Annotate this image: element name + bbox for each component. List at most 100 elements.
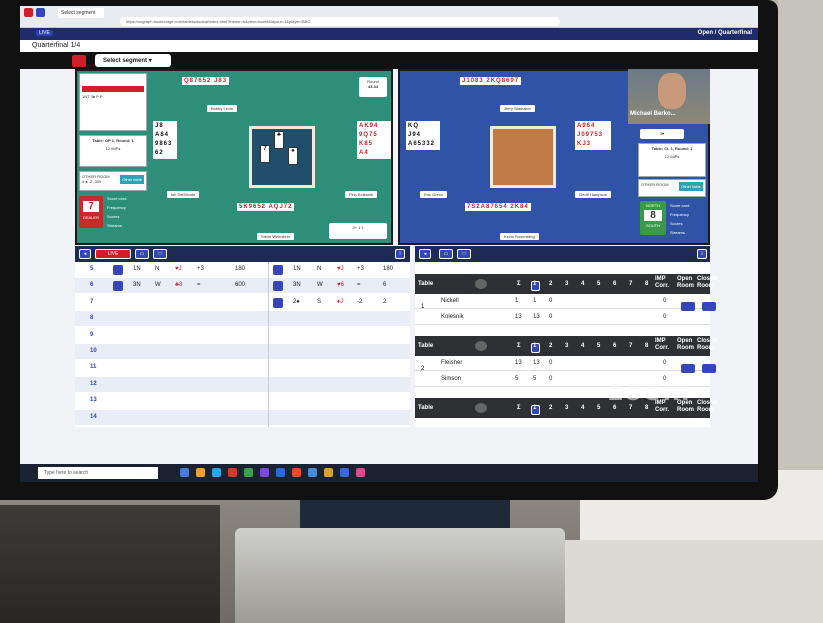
segment-col[interactable]: 4 bbox=[581, 281, 584, 287]
live-button[interactable]: LIVE bbox=[36, 30, 53, 36]
app-icon-2[interactable] bbox=[36, 8, 45, 17]
board-row[interactable]: 10 bbox=[75, 344, 410, 359]
board-row[interactable]: 8 bbox=[75, 311, 410, 327]
score-card-link[interactable]: Score card bbox=[107, 196, 147, 201]
view-board-button[interactable] bbox=[273, 297, 283, 308]
view-board-button[interactable] bbox=[273, 265, 283, 275]
taskbar-icon[interactable] bbox=[212, 468, 221, 477]
segment-col[interactable]: 1 bbox=[533, 281, 536, 287]
view-board-button[interactable] bbox=[113, 281, 123, 292]
video-tile[interactable]: Michael Berko... bbox=[628, 69, 710, 124]
segment-col[interactable]: 8 bbox=[645, 281, 648, 287]
info-button[interactable]: i bbox=[697, 249, 707, 259]
segment-col[interactable]: 2 bbox=[549, 281, 552, 287]
taskbar-icon[interactable] bbox=[276, 468, 285, 477]
board-row[interactable]: 9 bbox=[75, 328, 410, 343]
sigma-label: Σ bbox=[517, 405, 521, 411]
west-player: Ish Del'Monte bbox=[167, 191, 200, 198]
frequency-link[interactable]: Frequency bbox=[670, 212, 708, 217]
player-row[interactable]: Nickell 1 1 0 0 bbox=[415, 294, 716, 311]
board-row[interactable]: 6 3N W ♣8 = 600 3N W ♥6 = 6 bbox=[75, 278, 410, 294]
back-button[interactable]: ◂ bbox=[79, 249, 91, 259]
scores-link[interactable]: Scores bbox=[670, 221, 708, 226]
board-row[interactable]: 11 bbox=[75, 360, 410, 375]
board-row[interactable]: 5 1N N ♥J +3 180 1N N ♥J +3 180 bbox=[75, 262, 410, 277]
score-card-link[interactable]: Score card bbox=[670, 203, 708, 208]
view-board-button[interactable] bbox=[273, 281, 283, 292]
live-button[interactable]: LIVE bbox=[95, 249, 131, 259]
segment-col[interactable]: 7 bbox=[629, 343, 632, 349]
bid-grid: 1NT 3♠ P P bbox=[82, 94, 103, 99]
taskbar-icon[interactable] bbox=[340, 468, 349, 477]
segment-col[interactable]: 6 bbox=[613, 281, 616, 287]
segment-col[interactable]: 8 bbox=[645, 343, 648, 349]
scores-link[interactable]: Scores bbox=[107, 214, 147, 219]
monitor-stand bbox=[300, 500, 510, 530]
taskbar-icon[interactable] bbox=[308, 468, 317, 477]
streams-link[interactable]: Streams bbox=[670, 230, 708, 235]
player-row[interactable]: Kolesnik 13 13 0 0 bbox=[415, 310, 710, 325]
results-header: Table Σ 1 2 3 4 5 6 7 8 IMP Corr. Open Room Closed R… bbox=[415, 274, 717, 294]
board-number: 5 bbox=[90, 266, 94, 272]
taskbar-icon[interactable] bbox=[244, 468, 253, 477]
west-hand: J8 A84 9863 62 bbox=[153, 121, 177, 159]
participant-face bbox=[658, 73, 686, 109]
segment-col[interactable]: 5 bbox=[597, 343, 600, 349]
sigma-label: Σ bbox=[517, 281, 521, 287]
segment-col[interactable]: 4 bbox=[581, 405, 584, 411]
board-row[interactable]: 7 2♠ S ♦J -2 2 bbox=[75, 295, 410, 310]
wall bbox=[778, 0, 823, 470]
segment-col[interactable]: 1 bbox=[533, 405, 536, 411]
segment-col[interactable]: 2 bbox=[549, 405, 552, 411]
imp-corr-label: IMP Corr. bbox=[655, 276, 670, 289]
browser-tab[interactable]: Select segment bbox=[58, 8, 104, 18]
south-hand: 7S2A87654 2K84 bbox=[465, 203, 531, 211]
home-button[interactable] bbox=[72, 55, 86, 67]
seg-2: 0 bbox=[549, 314, 553, 320]
monitor-button[interactable]: ▭ bbox=[135, 249, 149, 259]
other-table-button[interactable]: Other table bbox=[679, 182, 703, 191]
segment-col[interactable]: 3 bbox=[565, 281, 568, 287]
frequency-link[interactable]: Frequency bbox=[107, 205, 147, 210]
segment-col[interactable]: 7 bbox=[629, 281, 632, 287]
info-button[interactable]: i bbox=[395, 249, 405, 259]
segment-col[interactable]: 1 bbox=[533, 343, 536, 349]
segment-select[interactable]: Select segment ▾ bbox=[95, 54, 171, 67]
board-row[interactable]: 12 bbox=[75, 376, 410, 392]
taskbar-icon[interactable] bbox=[260, 468, 269, 477]
segment-col[interactable]: 5 bbox=[597, 281, 600, 287]
taskbar-icon[interactable] bbox=[180, 468, 189, 477]
results-controls: ◂ ▭ □ i bbox=[415, 246, 710, 262]
player-row[interactable]: Fleisher 13 13 0 0 bbox=[415, 356, 716, 373]
monitor-button[interactable]: ▭ bbox=[439, 249, 453, 259]
board-row[interactable]: 14 bbox=[75, 409, 410, 425]
segment-col[interactable]: 5 bbox=[597, 405, 600, 411]
board-row[interactable]: 13 bbox=[75, 393, 410, 408]
segment-col[interactable]: 6 bbox=[613, 343, 616, 349]
table-label: Table bbox=[418, 343, 434, 349]
seg-1: 1 bbox=[533, 298, 537, 304]
app-icon[interactable] bbox=[24, 8, 33, 17]
taskbar-icon[interactable] bbox=[228, 468, 237, 477]
taskbar-icon[interactable] bbox=[196, 468, 205, 477]
layout-button[interactable]: □ bbox=[153, 249, 167, 259]
participant-name: Michael Berko... bbox=[630, 111, 676, 117]
taskbar-search[interactable]: Type here to search bbox=[38, 467, 158, 479]
lead: ♦J bbox=[337, 298, 344, 305]
segment-col[interactable]: 4 bbox=[581, 343, 584, 349]
address-bar[interactable]: https://vugraph.bookbridge.com/tabletool… bbox=[120, 17, 560, 26]
event-title: Quarterfinal 1/4 bbox=[20, 40, 758, 52]
taskbar-icon[interactable] bbox=[292, 468, 301, 477]
segment-col[interactable]: 3 bbox=[565, 343, 568, 349]
layout-button[interactable]: □ bbox=[457, 249, 471, 259]
closed-room-label: Closed Room bbox=[697, 400, 718, 413]
contract: 3N bbox=[133, 282, 141, 289]
streams-link[interactable]: Streams bbox=[107, 223, 147, 228]
segment-col[interactable]: 2 bbox=[549, 343, 552, 349]
segment-col[interactable]: 3 bbox=[565, 405, 568, 411]
back-button[interactable]: ◂ bbox=[419, 249, 431, 259]
taskbar-icon[interactable] bbox=[324, 468, 333, 477]
other-table-button[interactable]: Other table bbox=[120, 175, 144, 184]
view-board-button[interactable] bbox=[113, 265, 123, 275]
taskbar-icon[interactable] bbox=[356, 468, 365, 477]
